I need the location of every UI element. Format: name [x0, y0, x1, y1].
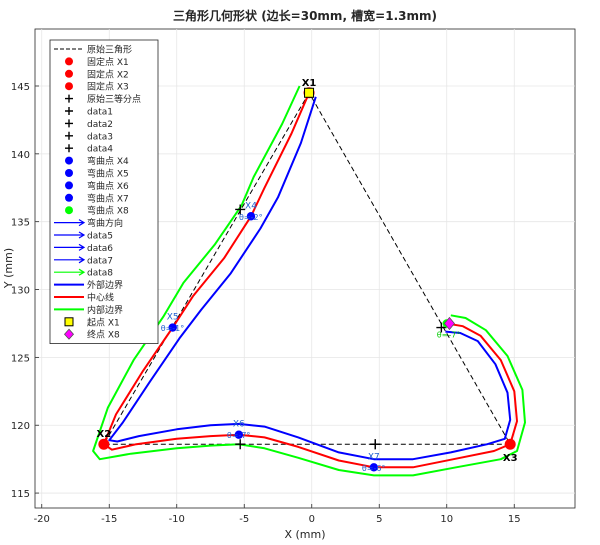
legend-swatch-dot: [65, 206, 73, 215]
bend-point-label: X4: [245, 201, 257, 211]
x-tick-label: 5: [376, 514, 382, 525]
legend-entry-label: data8: [87, 269, 113, 279]
fixed-point-label: X2: [97, 429, 112, 440]
legend-entry-label: 中心线: [87, 292, 114, 304]
bend-point-label: X7: [368, 452, 380, 462]
legend-swatch-dot: [65, 193, 73, 202]
legend-entry-label: 终点 X8: [87, 329, 120, 341]
legend-entry-label: 原始三等分点: [87, 93, 141, 105]
legend-entry-label: 起点 X1: [87, 317, 120, 328]
legend-entry-label: 弯曲点 X8: [87, 205, 129, 217]
y-tick-label: 145: [11, 82, 30, 93]
bend-angle-label: θ=-1°: [161, 324, 185, 333]
y-tick-label: 120: [11, 421, 30, 432]
chart-figure: -20 -15 -10 -5 0 5 10 15 115 120 125 130 135 140 145 X…: [0, 0, 600, 541]
end-bend-angle-label: θ=-7°: [437, 330, 461, 339]
x-tick-label: -10: [169, 514, 185, 525]
y-tick-label: 140: [11, 150, 30, 161]
y-tick-label: 115: [11, 489, 30, 500]
legend-entry-label: 固定点 X1: [87, 56, 129, 68]
y-tick-label: 125: [11, 353, 30, 364]
legend-entry-label: 弯曲点 X7: [87, 192, 129, 204]
fixed-point-marker: [504, 438, 516, 450]
legend-swatch-dot: [65, 57, 73, 66]
bend-point-label: X5: [167, 313, 179, 323]
x-tick-label: -5: [239, 514, 249, 525]
bend-angle-label: θ=-7°: [227, 431, 251, 440]
legend: 原始三角形固定点 X1固定点 X2固定点 X3原始三等分点 data1 data2 d…: [49, 39, 159, 345]
bend-angle-label: θ=-6°: [362, 464, 386, 473]
start-square-marker: [304, 87, 315, 98]
legend-entry-label: 弯曲点 X6: [87, 180, 129, 192]
legend-entry-label: data4: [87, 145, 113, 155]
y-tick-label: 135: [11, 218, 30, 229]
x-tick-label: -15: [101, 514, 117, 525]
fixed-point-label: X3: [503, 453, 518, 464]
legend-swatch-dot: [65, 181, 73, 190]
chart-title: 三角形几何形状 (边长=30mm, 槽宽=1.3mm): [173, 8, 437, 23]
fixed-point-marker: [98, 438, 110, 450]
x-tick-label: -20: [34, 514, 50, 525]
legend-entry-label: 内部边界: [87, 304, 123, 316]
y-axis-label: Y (mm): [2, 248, 15, 289]
legend-swatch-dot: [65, 82, 73, 91]
legend-entry-label: 固定点 X3: [87, 81, 129, 93]
legend-entry-label: 外部边界: [87, 279, 123, 291]
legend-entry-label: data6: [87, 244, 113, 254]
x-axis-label: X (mm): [284, 528, 325, 541]
legend-entry-label: data2: [87, 120, 113, 130]
legend-swatch-dot: [65, 156, 73, 165]
legend-entry-label: 原始三角形: [87, 44, 132, 56]
x-tick-label: 10: [440, 514, 453, 525]
bend-point-label: X6: [233, 420, 245, 430]
legend-swatch-square: [64, 317, 74, 327]
legend-entry-label: 固定点 X2: [87, 68, 129, 80]
chart-svg: -20 -15 -10 -5 0 5 10 15115120125130135140145 X…: [0, 0, 600, 541]
legend-swatch-dot: [65, 69, 73, 78]
bend-angle-label: θ=-2°: [239, 213, 263, 222]
legend-entry-label: 弯曲点 X4: [87, 155, 129, 167]
legend-swatch-dot: [65, 169, 73, 177]
x-tick-label: 15: [508, 514, 521, 525]
legend-entry-label: data1: [87, 108, 113, 118]
legend-entry-label: 弯曲点 X5: [87, 168, 129, 180]
legend-entry-label: data5: [87, 232, 113, 242]
legend-entry-label: data3: [87, 132, 113, 142]
x-tick-label: 0: [309, 514, 315, 525]
legend-entry-label: 弯曲方向: [87, 217, 123, 229]
fixed-point-label: X1: [302, 78, 317, 89]
legend-entry-label: data7: [87, 256, 113, 266]
